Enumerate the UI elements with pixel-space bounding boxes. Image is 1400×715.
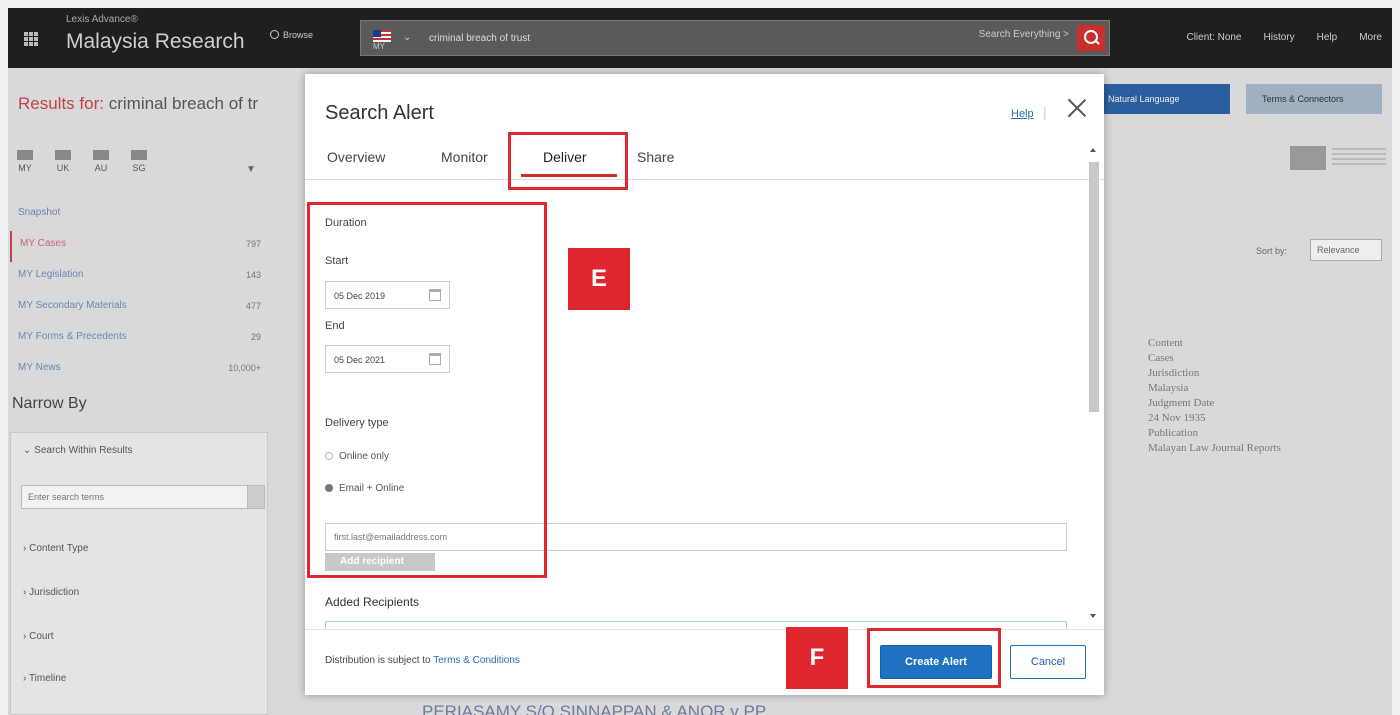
dialog-tabs: Overview Monitor Deliver Share [305, 136, 1104, 180]
annotation-badge-f: F [786, 627, 848, 689]
result-thumbnail-text [1332, 148, 1386, 166]
jurisdiction-tab-uk[interactable]: UK [52, 150, 74, 173]
search-within-toggle[interactable]: ⌄ Search Within Results [23, 445, 133, 456]
filter-content-type[interactable]: › Content Type [23, 543, 88, 554]
dialog-scrollbar[interactable] [1086, 148, 1102, 622]
result-title-link[interactable]: PERIASAMY S/O SINNAPPAN & ANOR v PP [422, 702, 766, 715]
scroll-down-arrow-icon[interactable] [1090, 614, 1096, 618]
category-snapshot[interactable]: Snapshot [10, 200, 265, 231]
frame-left [0, 0, 8, 715]
frame-right [1392, 0, 1400, 715]
search-within-input[interactable] [21, 485, 251, 509]
terms-link[interactable]: Terms & Conditions [433, 655, 520, 666]
flag-icon [93, 150, 109, 160]
tab-share[interactable]: Share [637, 149, 674, 165]
jurisdiction-tab-sg[interactable]: SG [128, 150, 150, 173]
close-icon[interactable] [1065, 96, 1089, 120]
search-within-go-button[interactable] [247, 485, 265, 509]
result-thumbnail [1290, 146, 1326, 170]
more-link[interactable]: More [1359, 32, 1382, 43]
sort-label: Sort by: [1256, 246, 1288, 256]
chevron-down-icon[interactable]: ▼ [246, 164, 256, 175]
filter-panel: ⌄ Search Within Results › Content Type ›… [10, 432, 268, 715]
filter-court[interactable]: › Court [23, 631, 54, 642]
flag-icon [131, 150, 147, 160]
frame-top [0, 0, 1400, 8]
browse-button[interactable]: Browse [270, 30, 313, 40]
dialog-title: Search Alert [325, 102, 434, 124]
cancel-button[interactable]: Cancel [1010, 645, 1086, 679]
search-button[interactable] [1077, 25, 1105, 51]
distribution-notice: Distribution is subject to Terms & Condi… [325, 655, 520, 666]
search-scope-selector[interactable]: Search Everything > [979, 29, 1069, 40]
results-prefix: Results for: [18, 94, 104, 113]
history-link[interactable]: History [1264, 32, 1295, 43]
category-my-forms[interactable]: MY Forms & Precedents 29 [10, 324, 265, 355]
terms-connectors-button[interactable]: Terms & Connectors [1246, 84, 1382, 114]
highlight-duration-section [307, 202, 547, 578]
malaysia-flag-icon [373, 30, 391, 42]
help-link[interactable]: Help [1011, 108, 1034, 120]
flag-icon [55, 150, 71, 160]
browse-label: Browse [283, 30, 314, 40]
search-input[interactable] [425, 27, 825, 49]
jurisdiction-selector[interactable]: MY ⌄ [367, 26, 415, 52]
jurisdiction-label: MY [373, 42, 385, 51]
brand-title[interactable]: Malaysia Research [66, 30, 245, 54]
added-recipients-label: Added Recipients [325, 595, 420, 609]
filter-timeline[interactable]: › Timeline [23, 673, 66, 684]
tab-monitor[interactable]: Monitor [441, 149, 488, 165]
natural-language-button[interactable]: Natural Language [1100, 84, 1230, 114]
result-metadata: Content Cases Jurisdiction Malaysia Judg… [1148, 337, 1281, 454]
divider: | [1043, 104, 1047, 120]
highlight-deliver-tab [508, 132, 628, 190]
category-my-news[interactable]: MY News 10,000+ [10, 355, 265, 386]
top-app-bar: Lexis Advance® Malaysia Research Browse … [8, 8, 1392, 68]
top-links: Client: None History Help More [1186, 32, 1382, 43]
sort-select[interactable]: Relevance [1310, 239, 1382, 261]
category-my-cases[interactable]: MY Cases 797 [10, 231, 265, 262]
scroll-up-arrow-icon[interactable] [1090, 148, 1096, 152]
annotation-badge-e: E [568, 248, 630, 310]
tab-overview[interactable]: Overview [327, 149, 385, 165]
narrow-by-heading: Narrow By [12, 395, 87, 412]
scroll-thumb[interactable] [1089, 162, 1099, 412]
results-query: criminal breach of tr [108, 94, 258, 113]
category-my-secondary[interactable]: MY Secondary Materials 477 [10, 293, 265, 324]
jurisdiction-tab-my[interactable]: MY [14, 150, 36, 173]
flag-icon [17, 150, 33, 160]
filter-jurisdiction[interactable]: › Jurisdiction [23, 587, 79, 598]
apps-grid-icon[interactable] [24, 32, 38, 46]
jurisdiction-tabs: MY UK AU SG [14, 150, 150, 173]
search-bar: MY ⌄ Search Everything > [360, 20, 1110, 56]
results-title: Results for: criminal breach of tr [18, 94, 258, 114]
brand-subtitle: Lexis Advance® [66, 14, 138, 25]
client-link[interactable]: Client: None [1186, 32, 1241, 43]
globe-icon [270, 30, 279, 39]
chevron-down-icon: ⌄ [403, 32, 412, 43]
highlight-create-alert [867, 628, 1001, 688]
help-link-top[interactable]: Help [1317, 32, 1338, 43]
category-my-legislation[interactable]: MY Legislation 143 [10, 262, 265, 293]
category-list: Snapshot MY Cases 797 MY Legislation 143 M… [10, 200, 265, 386]
jurisdiction-tab-au[interactable]: AU [90, 150, 112, 173]
